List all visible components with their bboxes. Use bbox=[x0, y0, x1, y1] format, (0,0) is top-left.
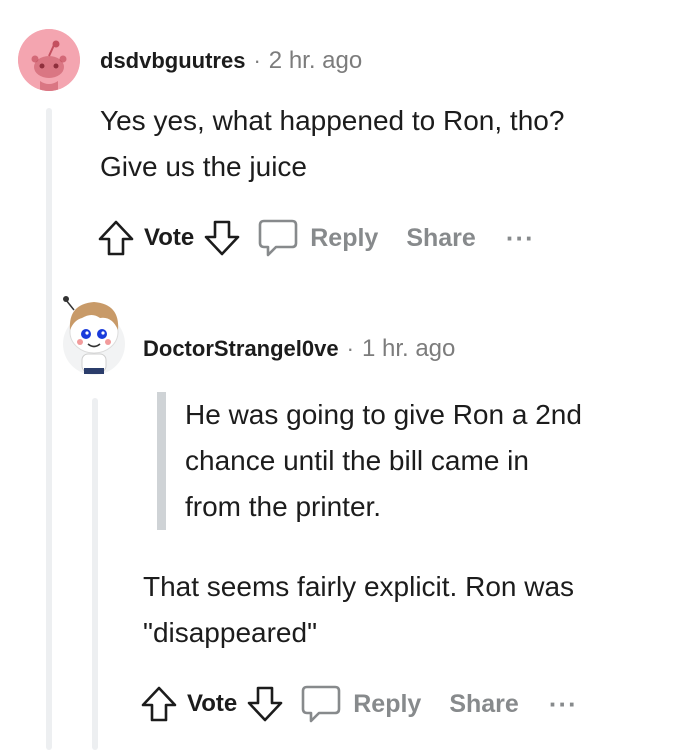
comment-bubble-icon bbox=[258, 219, 298, 257]
timestamp[interactable]: 2 hr. ago bbox=[269, 47, 362, 75]
downvote-arrow-icon bbox=[204, 220, 240, 256]
downvote-button[interactable] bbox=[202, 218, 242, 258]
upvote-arrow-icon bbox=[98, 220, 134, 256]
meta-separator: · bbox=[253, 48, 261, 73]
upvote-button[interactable] bbox=[96, 218, 136, 258]
comment-line: That seems fairly explicit. Ron was bbox=[143, 571, 575, 602]
quote-line: He was going to give Ron a 2nd bbox=[185, 399, 582, 430]
comment-bubble-icon bbox=[301, 685, 341, 723]
avatar[interactable] bbox=[18, 29, 80, 91]
username[interactable]: DoctorStrangel0ve bbox=[143, 336, 339, 362]
comment-body: That seems fairly explicit. Ron was "dis… bbox=[143, 564, 574, 656]
reply-button[interactable]: Reply bbox=[299, 683, 421, 725]
comment-meta: DoctorStrangel0ve · 1 hr. ago bbox=[143, 334, 455, 364]
reply-label: Reply bbox=[310, 223, 379, 252]
comment-actions: Vote Reply Share ··· bbox=[139, 679, 578, 729]
comment-actions: Vote Reply Share ··· bbox=[96, 213, 535, 263]
comment-line: "disappeared" bbox=[143, 617, 318, 648]
comment-line: Yes yes, what happened to Ron, tho? bbox=[100, 105, 565, 136]
thread-line[interactable] bbox=[92, 398, 98, 750]
upvote-arrow-icon bbox=[141, 686, 177, 722]
vote-label: Vote bbox=[187, 690, 238, 717]
quote-line: from the printer. bbox=[185, 491, 382, 522]
comment-line: Give us the juice bbox=[100, 151, 307, 182]
quote-line: chance until the bill came in bbox=[185, 445, 529, 476]
timestamp[interactable]: 1 hr. ago bbox=[362, 335, 455, 363]
downvote-arrow-icon bbox=[247, 686, 283, 722]
snoo-avatar-icon bbox=[18, 29, 80, 91]
upvote-button[interactable] bbox=[139, 684, 179, 724]
more-options-button[interactable]: ··· bbox=[506, 225, 535, 251]
username[interactable]: dsdvbguutres bbox=[100, 48, 245, 74]
blockquote: He was going to give Ron a 2nd chance un… bbox=[157, 392, 582, 530]
reply-label: Reply bbox=[353, 689, 422, 718]
meta-separator: · bbox=[346, 336, 354, 361]
snoo-avatar-icon bbox=[63, 296, 125, 375]
reply-button[interactable]: Reply bbox=[256, 217, 378, 259]
avatar[interactable] bbox=[62, 294, 126, 378]
vote-label: Vote bbox=[144, 224, 195, 251]
share-button[interactable]: Share bbox=[406, 224, 475, 253]
comment-meta: dsdvbguutres · 2 hr. ago bbox=[100, 46, 362, 76]
more-options-button[interactable]: ··· bbox=[549, 691, 578, 717]
thread-line[interactable] bbox=[46, 108, 52, 750]
comment-body: Yes yes, what happened to Ron, tho? Give… bbox=[100, 98, 564, 190]
share-button[interactable]: Share bbox=[449, 690, 518, 719]
downvote-button[interactable] bbox=[245, 684, 285, 724]
